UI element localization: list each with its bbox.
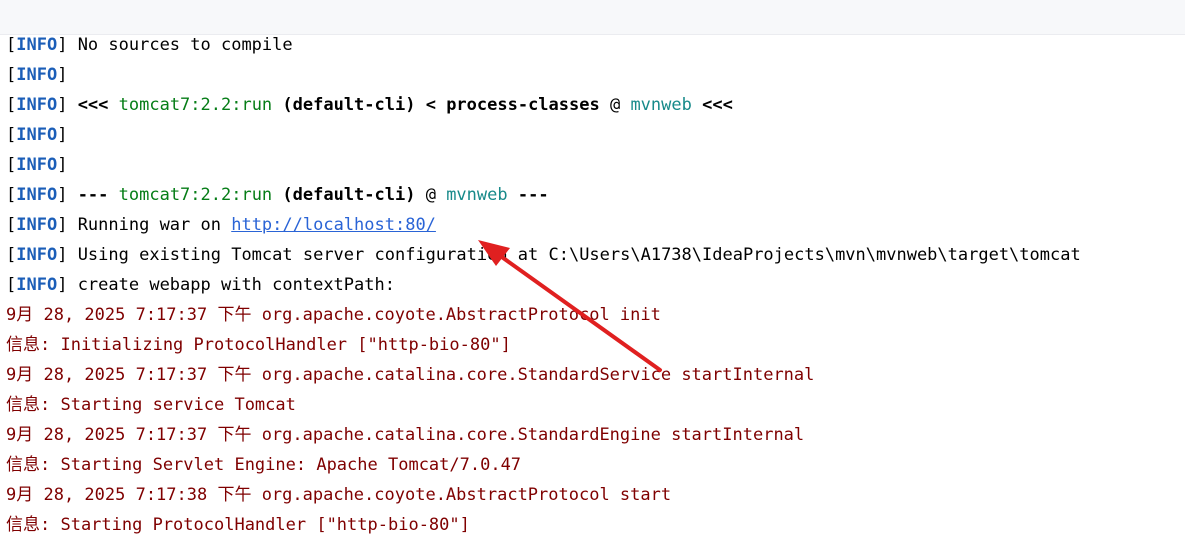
goal-prefix: <<< bbox=[77, 95, 119, 115]
goal-prefix: --- bbox=[77, 185, 119, 205]
log-tag-close: ] bbox=[57, 245, 78, 265]
log-tag-close: ] bbox=[57, 35, 78, 55]
log-tag-open: [ bbox=[6, 35, 17, 55]
log-tag-close: ] bbox=[57, 275, 78, 295]
console-line: [INFO] bbox=[0, 120, 1185, 150]
console-line: 信息: Starting ProtocolHandler ["http-bio-… bbox=[0, 510, 1185, 540]
info-level-label: INFO bbox=[16, 155, 58, 175]
log-tag-open: [ bbox=[6, 185, 17, 205]
tomcat-log-text: 信息: Initializing ProtocolHandler ["http-… bbox=[6, 335, 511, 355]
console-line: 9月 28, 2025 7:17:37 下午 org.apache.catali… bbox=[0, 360, 1185, 390]
log-tag-close: ] bbox=[57, 185, 78, 205]
at-separator: @ bbox=[599, 95, 631, 115]
lifecycle-phase: process-classes bbox=[446, 95, 600, 115]
log-tag-open: [ bbox=[6, 245, 17, 265]
info-level-label: INFO bbox=[16, 65, 58, 85]
info-level-label: INFO bbox=[16, 185, 58, 205]
goal-separator: < bbox=[415, 95, 447, 115]
info-level-label: INFO bbox=[16, 35, 58, 55]
info-level-label: INFO bbox=[16, 245, 58, 265]
console-line: [INFO] create webapp with contextPath: bbox=[0, 270, 1185, 300]
log-tag-close: ] bbox=[57, 215, 78, 235]
localhost-link[interactable]: http://localhost:80/ bbox=[231, 215, 436, 235]
console-line: 9月 28, 2025 7:17:37 下午 org.apache.catali… bbox=[0, 420, 1185, 450]
info-level-label: INFO bbox=[16, 95, 58, 115]
console-line: 信息: Starting service Tomcat bbox=[0, 390, 1185, 420]
project-name: mvnweb bbox=[630, 95, 692, 115]
console-line: 信息: Initializing ProtocolHandler ["http-… bbox=[0, 330, 1185, 360]
console-line-text: No sources to compile bbox=[77, 35, 293, 55]
info-level-label: INFO bbox=[16, 215, 58, 235]
console-line: [INFO] <<< tomcat7:2.2:run (default-cli)… bbox=[0, 90, 1185, 120]
console-line: 信息: Starting Servlet Engine: Apache Tomc… bbox=[0, 450, 1185, 480]
tomcat-log-text: 9月 28, 2025 7:17:38 下午 org.apache.coyote… bbox=[6, 485, 672, 505]
log-tag-open: [ bbox=[6, 65, 17, 85]
tomcat-log-text: 9月 28, 2025 7:17:37 下午 org.apache.coyote… bbox=[6, 305, 661, 325]
log-tag-open: [ bbox=[6, 155, 17, 175]
console-line: 9月 28, 2025 7:17:37 下午 org.apache.coyote… bbox=[0, 300, 1185, 330]
console-line: [INFO] --- tomcat7:2.2:run (default-cli)… bbox=[0, 180, 1185, 210]
project-name: mvnweb bbox=[446, 185, 508, 205]
goal-suffix: <<< bbox=[691, 95, 733, 115]
log-tag-close: ] bbox=[57, 125, 78, 145]
console-line: [INFO] bbox=[0, 60, 1185, 90]
console-line-text: Using existing Tomcat server configurati… bbox=[77, 245, 1081, 265]
console-line-text: create webapp with contextPath: bbox=[77, 275, 395, 295]
execution-id: (default-cli) bbox=[272, 95, 416, 115]
log-tag-close: ] bbox=[57, 155, 78, 175]
log-tag-open: [ bbox=[6, 125, 17, 145]
tomcat-log-text: 信息: Starting ProtocolHandler ["http-bio-… bbox=[6, 515, 470, 535]
at-separator: @ bbox=[415, 185, 447, 205]
log-tag-close: ] bbox=[57, 65, 78, 85]
tomcat-log-text: 9月 28, 2025 7:17:37 下午 org.apache.catali… bbox=[6, 365, 815, 385]
console-line: [INFO] bbox=[0, 150, 1185, 180]
log-tag-open: [ bbox=[6, 275, 17, 295]
tomcat-log-text: 9月 28, 2025 7:17:37 下午 org.apache.catali… bbox=[6, 425, 805, 445]
console-line: [INFO] Using existing Tomcat server conf… bbox=[0, 240, 1185, 270]
info-level-label: INFO bbox=[16, 275, 58, 295]
info-level-label: INFO bbox=[16, 125, 58, 145]
console-line: [INFO] Running war on http://localhost:8… bbox=[0, 210, 1185, 240]
plugin-goal: tomcat7:2.2:run bbox=[118, 95, 273, 115]
tomcat-log-text: 信息: Starting service Tomcat bbox=[6, 395, 296, 415]
log-tag-close: ] bbox=[57, 95, 78, 115]
console-line: [INFO] No sources to compile bbox=[0, 30, 1185, 60]
execution-id: (default-cli) bbox=[272, 185, 416, 205]
console-line: 9月 28, 2025 7:17:38 下午 org.apache.coyote… bbox=[0, 480, 1185, 510]
plugin-goal: tomcat7:2.2:run bbox=[118, 185, 273, 205]
log-tag-open: [ bbox=[6, 95, 17, 115]
console-line-text: Running war on bbox=[77, 215, 232, 235]
tomcat-log-text: 信息: Starting Servlet Engine: Apache Tomc… bbox=[6, 455, 522, 475]
log-tag-open: [ bbox=[6, 215, 17, 235]
goal-suffix: --- bbox=[507, 185, 549, 205]
run-console-output[interactable]: [INFO] No sources to compile [INFO] [INFO… bbox=[0, 30, 1185, 542]
